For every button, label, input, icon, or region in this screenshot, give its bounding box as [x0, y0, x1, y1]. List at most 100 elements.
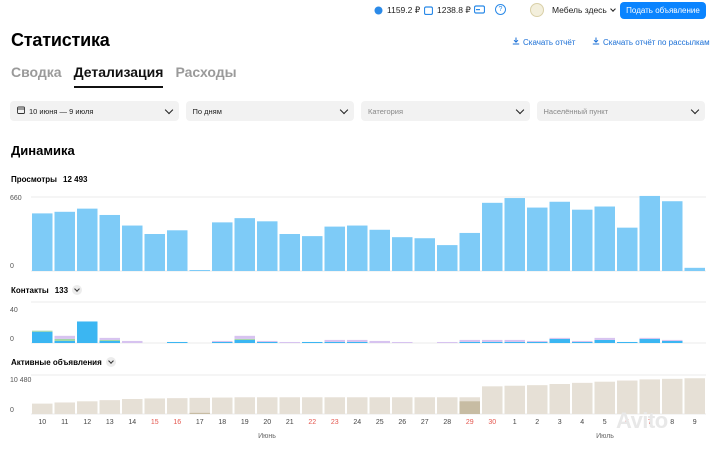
- active-ads-bar: [257, 397, 278, 414]
- contacts-bar-purple: [437, 341, 458, 343]
- active-ads-ymax-label: 10 480: [10, 377, 32, 384]
- active-ads-bar: [572, 382, 593, 414]
- x-tick-label: 27: [420, 419, 429, 426]
- active-ads-bar: [234, 397, 255, 414]
- x-tick-label: 18: [218, 419, 227, 426]
- views-bar: [392, 237, 413, 271]
- x-tick-label: 4: [580, 419, 585, 426]
- contacts-bar-blue: [504, 341, 525, 343]
- active-ads-bar: [392, 397, 413, 414]
- active-ads-bar: [504, 385, 525, 414]
- contacts-bar-purple: [369, 340, 390, 343]
- contacts-bar-purple: [549, 337, 570, 339]
- dynamics-charts: 660 0 40 0 10 480 0: [10, 195, 706, 415]
- x-tick-label: 3: [557, 419, 562, 426]
- x-tick-label: 5: [602, 419, 607, 426]
- month-label-june: Июнь: [258, 433, 276, 440]
- views-bar: [572, 209, 593, 271]
- x-tick-label: 28: [443, 419, 452, 426]
- views-bar: [504, 198, 525, 271]
- contacts-bar-purple: [639, 337, 660, 339]
- views-bar: [77, 208, 98, 271]
- active-ads-bar: [482, 386, 503, 414]
- contacts-bar-blue: [572, 341, 593, 343]
- active-ads-bar: [414, 397, 435, 414]
- x-tick-label: 2: [535, 419, 540, 426]
- contacts-bar-purple: [482, 339, 503, 342]
- contacts-bar-purple: [279, 341, 300, 343]
- contacts-bar-purple: [212, 340, 233, 342]
- views-bar: [54, 211, 75, 271]
- views-bar: [324, 226, 345, 271]
- avito-watermark: Avito: [616, 408, 668, 433]
- contacts-bar-purple: [324, 339, 345, 342]
- views-bar: [594, 206, 615, 271]
- views-ymin-label: 0: [10, 263, 14, 270]
- contacts-bar-blue: [32, 331, 53, 343]
- contacts-bar-blue: [234, 339, 255, 343]
- x-tick-label: 29: [465, 419, 474, 426]
- contacts-bar-blue: [662, 340, 683, 343]
- active-ads-bar: [527, 385, 548, 414]
- contacts-bar-purple: [347, 339, 368, 342]
- x-tick-label: 15: [150, 419, 159, 426]
- views-bar: [167, 230, 188, 271]
- contacts-bar-purple: [392, 341, 413, 343]
- contacts-bar-blue: [99, 340, 120, 343]
- contacts-bar-blue: [54, 340, 75, 343]
- views-ymax-label: 660: [10, 195, 22, 202]
- contacts-bar-green: [32, 330, 53, 332]
- contacts-ymax-label: 40: [10, 307, 18, 314]
- contacts-bar-purple: [257, 340, 278, 342]
- active-ads-ymin-label: 0: [10, 407, 14, 414]
- active-ads-bar: [212, 397, 233, 414]
- x-tick-label: 13: [105, 419, 114, 426]
- contacts-bar-blue: [77, 321, 98, 343]
- active-ads-bar: [437, 397, 458, 414]
- active-ads-bar: [122, 399, 143, 414]
- active-ads-bar: [189, 397, 210, 414]
- x-tick-label: 12: [83, 419, 92, 426]
- active-ads-bar: [594, 381, 615, 414]
- x-tick-label: 16: [173, 419, 182, 426]
- x-tick-label: 17: [195, 419, 204, 426]
- month-label-july: Июль: [596, 433, 614, 440]
- contacts-bar-blue: [594, 339, 615, 343]
- x-tick-label: 1: [512, 419, 517, 426]
- views-bar: [437, 245, 458, 271]
- x-tick-label: 11: [61, 419, 69, 426]
- views-bar: [549, 201, 570, 271]
- x-tick-label: 8: [670, 419, 675, 426]
- views-bar: [482, 202, 503, 271]
- contacts-bar-purple: [54, 335, 75, 339]
- views-bar: [99, 214, 120, 271]
- contacts-bar-purple: [572, 340, 593, 342]
- active-ads-bar: [77, 401, 98, 414]
- views-bar: [302, 236, 323, 271]
- contacts-bar-purple: [662, 339, 683, 341]
- x-tick-label: 22: [308, 419, 317, 426]
- contacts-bar-purple: [594, 337, 615, 340]
- views-bar: [257, 221, 278, 271]
- active-ads-bar: [347, 397, 368, 414]
- contacts-bar-purple: [99, 337, 120, 340]
- contacts-bar-blue: [482, 341, 503, 343]
- contacts-bar-blue: [257, 341, 278, 343]
- views-bar: [369, 229, 390, 271]
- active-ads-bar: [302, 397, 323, 414]
- views-bar: [617, 227, 638, 271]
- active-ads-bar: [144, 398, 165, 414]
- active-ads-bar: [279, 397, 300, 414]
- views-bar: [684, 267, 705, 271]
- x-tick-label: 25: [375, 419, 384, 426]
- active-ads-bar: [32, 403, 53, 414]
- views-bar: [234, 218, 255, 271]
- active-ads-bar: [369, 397, 390, 414]
- x-tick-label: 9: [692, 419, 697, 426]
- views-bar: [32, 213, 53, 271]
- views-bar: [639, 195, 660, 271]
- active-ads-bar: [684, 378, 705, 414]
- x-tick-label: 26: [398, 419, 407, 426]
- contacts-bar-blue: [324, 341, 345, 343]
- contacts-bar-blue: [549, 338, 570, 343]
